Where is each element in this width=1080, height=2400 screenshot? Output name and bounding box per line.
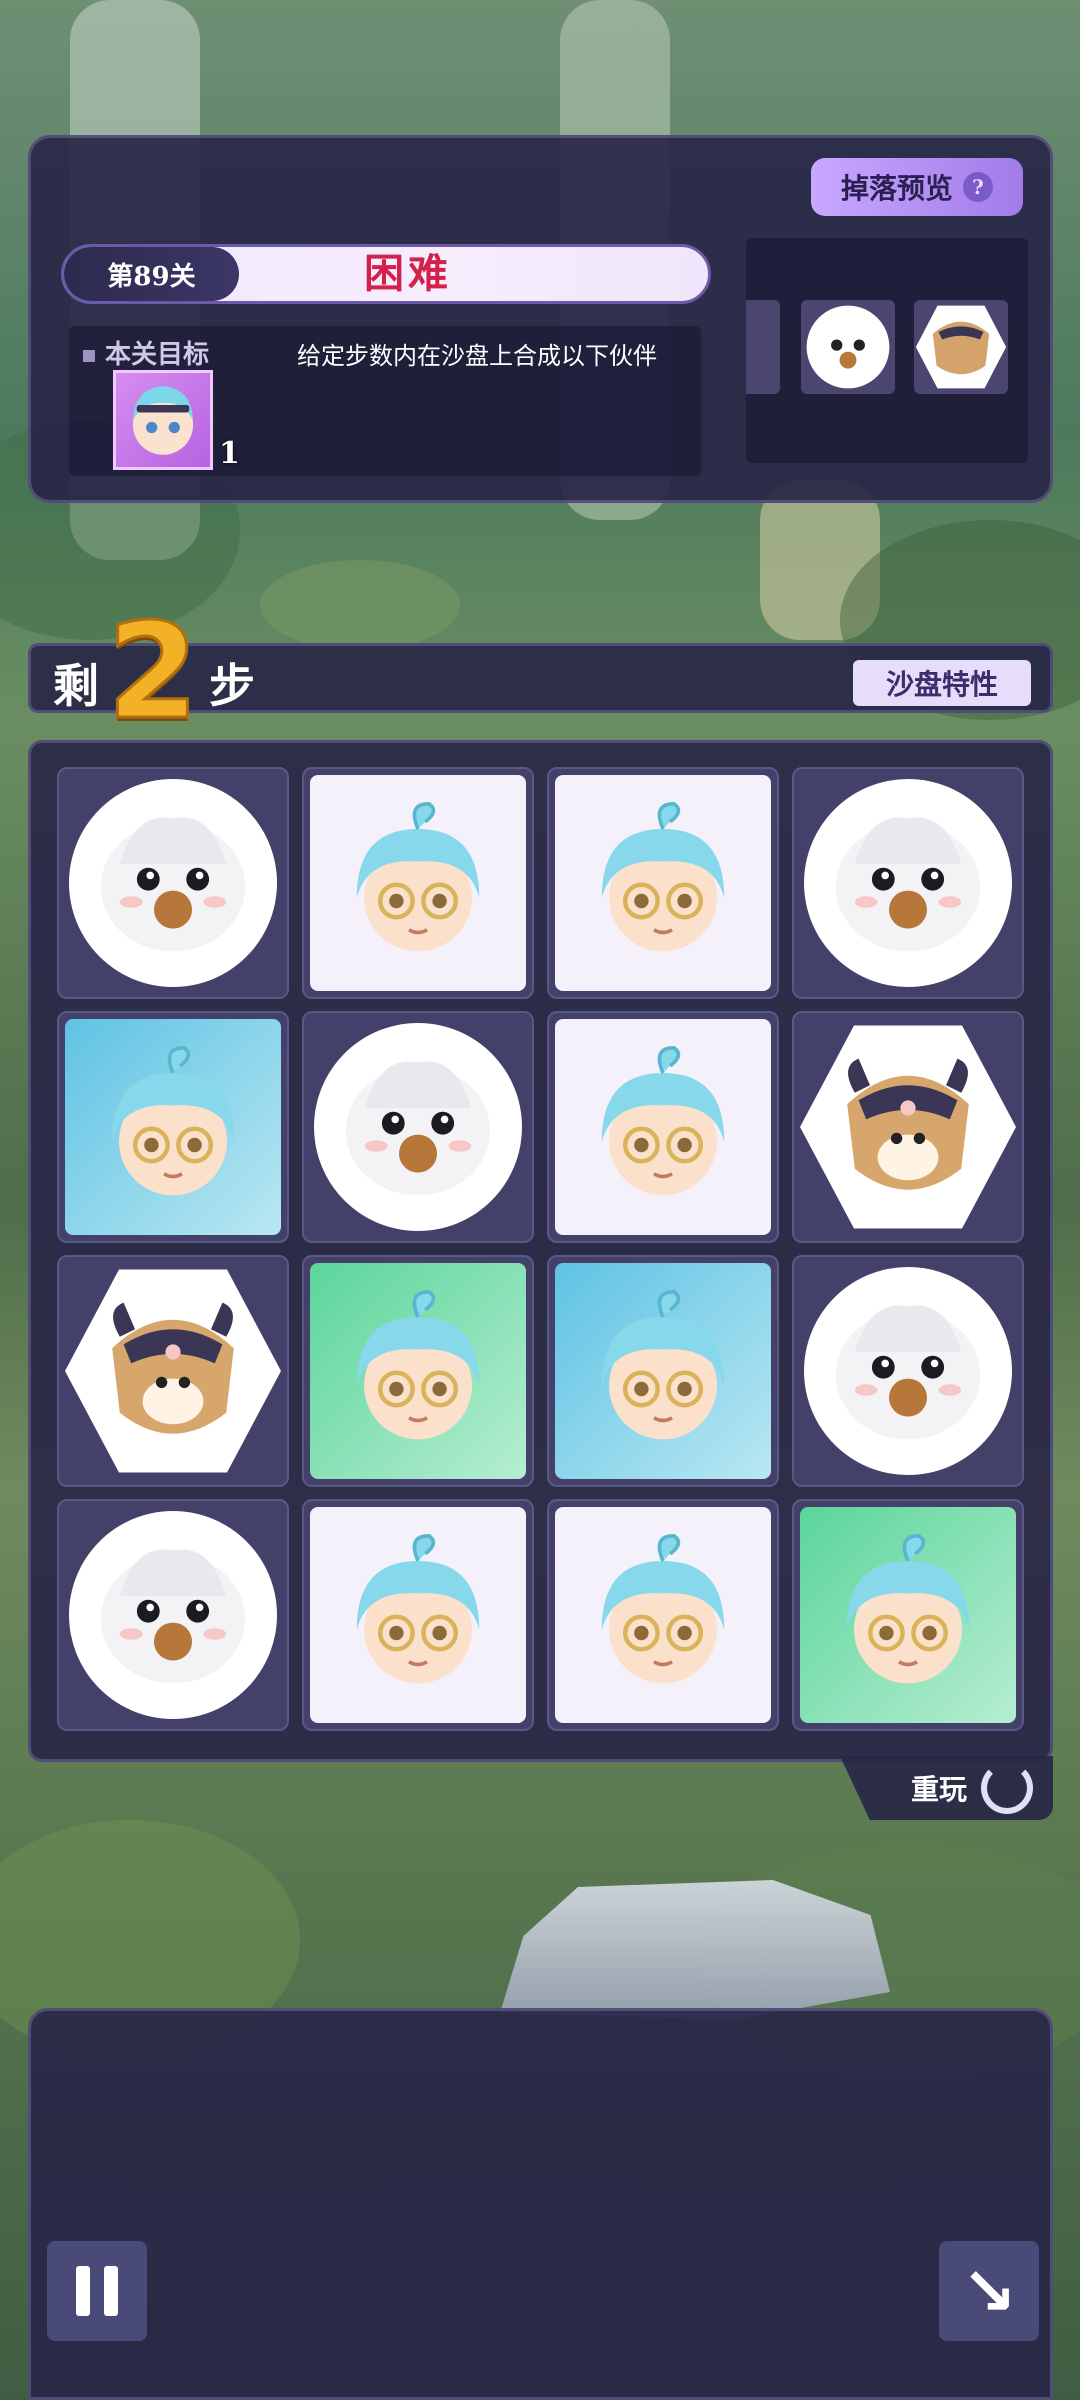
partner-piece-tier3[interactable] [65, 1019, 281, 1235]
board-cell[interactable] [547, 1499, 779, 1731]
goal-count: 1 [219, 436, 240, 471]
board-cell[interactable] [792, 1255, 1024, 1487]
drop-preview-label: 掉落预览 [841, 172, 954, 205]
board-cell[interactable] [302, 1499, 534, 1731]
white-bird-piece[interactable] [804, 779, 1012, 987]
level-number: 第89关 [64, 247, 239, 301]
partner-piece-tier1[interactable] [555, 775, 771, 991]
board-cell[interactable] [792, 1499, 1024, 1731]
drop-item-partial [746, 300, 780, 394]
horned-creature-icon [915, 305, 1007, 389]
steps-remaining-bar: 剩 2 步 沙盘特性 [28, 605, 1053, 740]
board-cell[interactable] [57, 1255, 289, 1487]
partner-piece-tier2[interactable] [310, 1263, 526, 1479]
board-cell[interactable] [547, 1011, 779, 1243]
white-bird-icon [806, 305, 890, 389]
horned-creature-piece[interactable] [800, 1025, 1016, 1229]
board-cell[interactable] [547, 1255, 779, 1487]
difficulty-label: 困难 [364, 251, 452, 297]
white-bird-piece[interactable] [69, 1511, 277, 1719]
drop-preview-list[interactable] [746, 238, 1028, 463]
drop-item-white-bird [801, 300, 895, 394]
partner-piece-tier1[interactable] [310, 775, 526, 991]
sandbox-traits-button[interactable]: 沙盘特性 [853, 660, 1031, 706]
refresh-icon [981, 1762, 1033, 1814]
board-cell[interactable] [302, 767, 534, 999]
board-cell[interactable] [547, 767, 779, 999]
partner-piece-tier2[interactable] [800, 1507, 1016, 1723]
board-cell[interactable] [57, 767, 289, 999]
partner-piece-tier1[interactable] [555, 1019, 771, 1235]
board-cell[interactable] [57, 1499, 289, 1731]
steps-suffix: 步 [209, 659, 255, 713]
partner-piece-tier1[interactable] [555, 1507, 771, 1723]
steps-prefix: 剩 [53, 659, 99, 713]
partner-piece-tier1[interactable] [310, 1507, 526, 1723]
arrow-down-right-icon: ↘ [961, 2252, 1017, 2330]
white-bird-piece[interactable] [314, 1023, 522, 1231]
goal-partner-icon [113, 370, 213, 470]
white-bird-piece[interactable] [69, 779, 277, 987]
board-cell[interactable] [792, 767, 1024, 999]
goal-description: 给定步数内在沙盘上合成以下伙伴 [297, 342, 657, 370]
board-cell[interactable] [57, 1011, 289, 1243]
partner-piece-tier3[interactable] [555, 1263, 771, 1479]
board-cell[interactable] [302, 1255, 534, 1487]
exit-button[interactable]: ↘ [939, 2241, 1039, 2341]
pause-button[interactable] [47, 2241, 147, 2341]
help-icon: ? [963, 172, 994, 202]
sandbox-board [28, 740, 1053, 1762]
replay-button[interactable]: 重玩 [840, 1756, 1053, 1820]
level-goal: 本关目标 给定步数内在沙盘上合成以下伙伴 1 [69, 326, 701, 476]
bottom-panel: ↘ [28, 2008, 1053, 2400]
board-cell[interactable] [792, 1011, 1024, 1243]
steps-remaining-number: 2 [106, 595, 201, 749]
goal-title: 本关目标 [83, 334, 209, 371]
drop-item-horned-creature [914, 300, 1008, 394]
white-bird-piece[interactable] [804, 1267, 1012, 1475]
drop-preview-button[interactable]: 掉落预览 ? [811, 158, 1023, 216]
level-info-panel: 第89关 困难 本关目标 给定步数内在沙盘上合成以下伙伴 1 掉落预览 ? [28, 135, 1053, 503]
pause-icon [76, 2266, 90, 2316]
horned-creature-piece[interactable] [65, 1269, 281, 1473]
level-bar: 第89关 困难 [61, 244, 711, 304]
board-cell[interactable] [302, 1011, 534, 1243]
replay-label: 重玩 [910, 1773, 967, 1806]
